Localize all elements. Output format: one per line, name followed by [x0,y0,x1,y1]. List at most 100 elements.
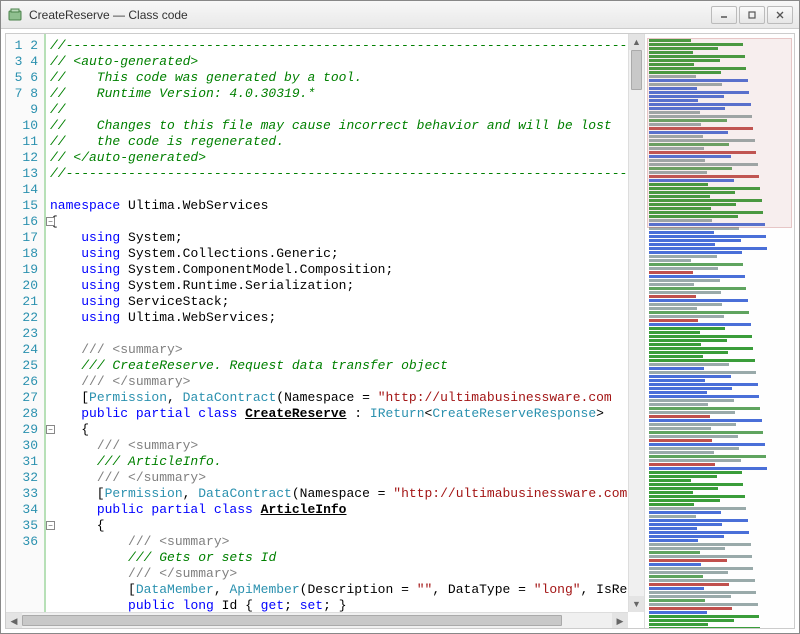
minimap-line [649,239,741,242]
fold-toggle[interactable]: − [46,425,55,434]
minimap-line [649,527,697,530]
minimap-line [649,295,696,298]
minimap-line [649,503,694,506]
line-number-gutter[interactable]: 1 2 3 4 5 6 7 8 9 10 11 12 13 14 15 16 1… [6,34,46,628]
horizontal-scroll-thumb[interactable] [22,615,562,626]
scroll-right-button[interactable]: ▶ [612,613,628,629]
minimap-line [649,615,759,618]
minimap-line [649,519,748,522]
minimap-line [649,343,701,346]
minimap-line [649,567,753,570]
minimap-line [649,383,758,386]
minimap-line [649,423,736,426]
minimap-viewport[interactable] [647,38,792,228]
minimap-line [649,495,745,498]
minimap-line [649,435,738,438]
close-button[interactable] [767,6,793,24]
fold-gutter[interactable]: − − − [46,34,58,628]
minimap-line [649,283,694,286]
scroll-down-button[interactable]: ▼ [629,596,644,612]
minimap-line [649,411,735,414]
minimap-line [649,379,705,382]
minimap-line [649,539,698,542]
minimap-line [649,311,749,314]
scroll-up-button[interactable]: ▲ [629,34,644,50]
minimap-line [649,487,718,490]
minimap-line [649,547,725,550]
minimap-line [649,251,742,254]
vertical-scroll-thumb[interactable] [631,50,642,90]
minimap-line [649,583,729,586]
minimap-line [649,243,715,246]
minimap-line [649,563,701,566]
minimap-line [649,275,745,278]
minimap-line [649,347,753,350]
minimap-line [649,619,734,622]
minimap-line [649,543,751,546]
vertical-scrollbar[interactable]: ▲ ▼ [628,34,644,612]
minimap-line [649,359,755,362]
minimap-line [649,575,703,578]
minimap-line [649,391,707,394]
minimap-line [649,291,721,294]
titlebar: CreateReserve — Class code [1,1,799,29]
minimap-line [649,559,727,562]
minimap-line [649,415,710,418]
maximize-button[interactable] [739,6,765,24]
minimap-line [649,491,693,494]
minimap-line [649,395,759,398]
minimap-line [649,319,698,322]
minimap-line [649,303,722,306]
window-title: CreateReserve — Class code [29,8,711,22]
horizontal-scrollbar[interactable]: ◀ ▶ [6,612,628,628]
minimap-line [649,523,722,526]
minimap-line [649,255,717,258]
minimap-line [649,627,760,628]
minimap-line [649,387,732,390]
minimap-line [649,367,704,370]
minimap-line [649,607,732,610]
minimap-line [649,339,727,342]
minimap-line [649,471,742,474]
editor-area: 1 2 3 4 5 6 7 8 9 10 11 12 13 14 15 16 1… [5,33,795,629]
minimap-line [649,271,693,274]
code-editor[interactable]: //--------------------------------------… [46,34,644,628]
minimap-line [649,571,728,574]
minimap-line [649,235,766,238]
minimap-line [649,335,752,338]
minimap-line [649,595,731,598]
minimap-line [649,375,731,378]
minimize-button[interactable] [711,6,737,24]
fold-toggle[interactable]: − [46,521,55,530]
minimap-line [649,507,746,510]
minimap-line [649,371,756,374]
minimap-line [649,555,752,558]
minimap-line [649,579,755,582]
minimap-line [649,515,696,518]
minimap-line [649,623,708,626]
minimap-line [649,591,756,594]
minimap-line [649,459,741,462]
minimap-line [649,331,700,334]
minimap-line [649,407,760,410]
minimap-line [649,551,700,554]
minimap-line [649,403,708,406]
minimap-line [649,463,715,466]
minimap-line [649,499,720,502]
fold-toggle[interactable]: − [46,217,55,226]
minimap-line [649,247,767,250]
minimap[interactable] [644,34,794,628]
minimap-line [649,259,691,262]
minimap-line [649,443,765,446]
minimap-line [649,315,724,318]
minimap-line [649,475,717,478]
minimap-line [649,327,725,330]
minimap-line [649,307,697,310]
minimap-line [649,263,743,266]
minimap-line [649,447,739,450]
minimap-line [649,455,766,458]
minimap-line [649,511,721,514]
minimap-line [649,431,763,434]
minimap-line [649,399,734,402]
scroll-left-button[interactable]: ◀ [6,613,22,629]
